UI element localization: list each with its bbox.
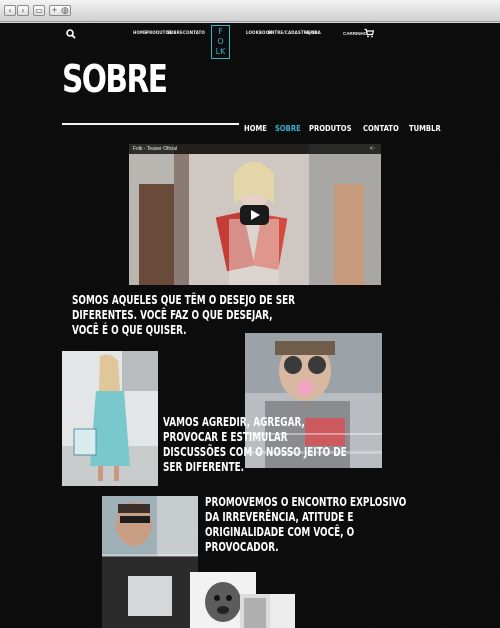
forward-button[interactable]: › — [17, 5, 29, 16]
title-divider — [62, 123, 239, 125]
play-button[interactable] — [240, 205, 269, 225]
about-text-1: SOMOS AQUELES QUE TÊM O DESEJO DE SER DI… — [72, 293, 295, 338]
top-nav-contato[interactable]: CONTATO — [183, 31, 205, 36]
back-button[interactable]: ‹ — [4, 5, 16, 16]
top-nav-home[interactable]: HOME — [133, 31, 147, 36]
text-line: ORIGINALIDADE COM VOCÊ, O — [205, 525, 355, 539]
text-line: PROVOCAR E ESTIMULAR — [163, 430, 288, 444]
photo-girl-with-bag — [62, 351, 158, 486]
cart-icon[interactable] — [364, 28, 374, 38]
reader-button[interactable]: ▭ — [33, 5, 45, 16]
text-line: PROMOVEMOS O ENCONTRO EXPLOSIVO — [205, 495, 407, 509]
browser-toolbar: ‹ › ▭ + ◍ — [0, 0, 500, 22]
logo-letter: O — [217, 37, 224, 46]
photo-man-sunglasses — [102, 496, 198, 628]
add-tab-button[interactable]: + — [52, 5, 57, 15]
sec-nav-sobre[interactable]: SOBRE — [275, 124, 301, 133]
sec-nav-tumblr[interactable]: TUMBLR — [409, 124, 441, 133]
share-icon[interactable]: <⋅ — [370, 145, 375, 152]
logo-letter: LK — [215, 47, 226, 56]
page-content: HOME PRODUTOS SOBRE CONTATO LOOKBOOK ENT… — [0, 23, 500, 628]
text-line: PROVOCADOR. — [205, 540, 279, 554]
text-line: SER DIFERENTE. — [163, 460, 245, 474]
secondary-nav: HOME SOBRE PRODUTOS CONTATO TUMBLR — [244, 118, 451, 136]
sec-nav-contato[interactable]: CONTATO — [363, 124, 399, 133]
about-text-2: VAMOS AGREDIR, AGREGAR, PROVOCAR E ESTIM… — [163, 415, 347, 475]
text-line: SOMOS AQUELES QUE TÊM O DESEJO DE SER — [72, 293, 296, 307]
photo-collage-extra — [240, 594, 295, 628]
top-nav-ajuda[interactable]: AJUDA — [306, 31, 321, 36]
text-line: DA IRREVERÊNCIA, ATITUDE E — [205, 510, 354, 524]
sec-nav-home[interactable]: HOME — [244, 124, 267, 133]
video-title[interactable]: Folk - Teaser Oficial — [133, 146, 177, 152]
text-line: DIFERENTES. VOCÊ FAZ O QUE DESEJAR, — [72, 308, 273, 322]
top-nav: HOME PRODUTOS SOBRE CONTATO LOOKBOOK ENT… — [0, 28, 500, 42]
search-icon[interactable] — [66, 29, 76, 39]
folk-logo[interactable]: F O LK — [211, 25, 230, 59]
text-line: DISCUSSÕES COM O NOSSO JEITO DE — [163, 445, 347, 459]
video-player[interactable]: Folk - Teaser Oficial <⋅ — [129, 144, 381, 285]
top-nav-sobre[interactable]: SOBRE — [167, 31, 183, 36]
about-text-3: PROMOVEMOS O ENCONTRO EXPLOSIVO DA IRREV… — [205, 495, 406, 555]
logo-letter: F — [218, 27, 223, 36]
tab-controls: + ◍ — [49, 5, 71, 16]
globe-icon[interactable]: ◍ — [61, 5, 69, 16]
page-title: SOBRE — [62, 57, 168, 101]
text-line: VAMOS AGREDIR, AGREGAR, — [163, 415, 305, 429]
sec-nav-produtos[interactable]: PRODUTOS — [309, 124, 351, 133]
